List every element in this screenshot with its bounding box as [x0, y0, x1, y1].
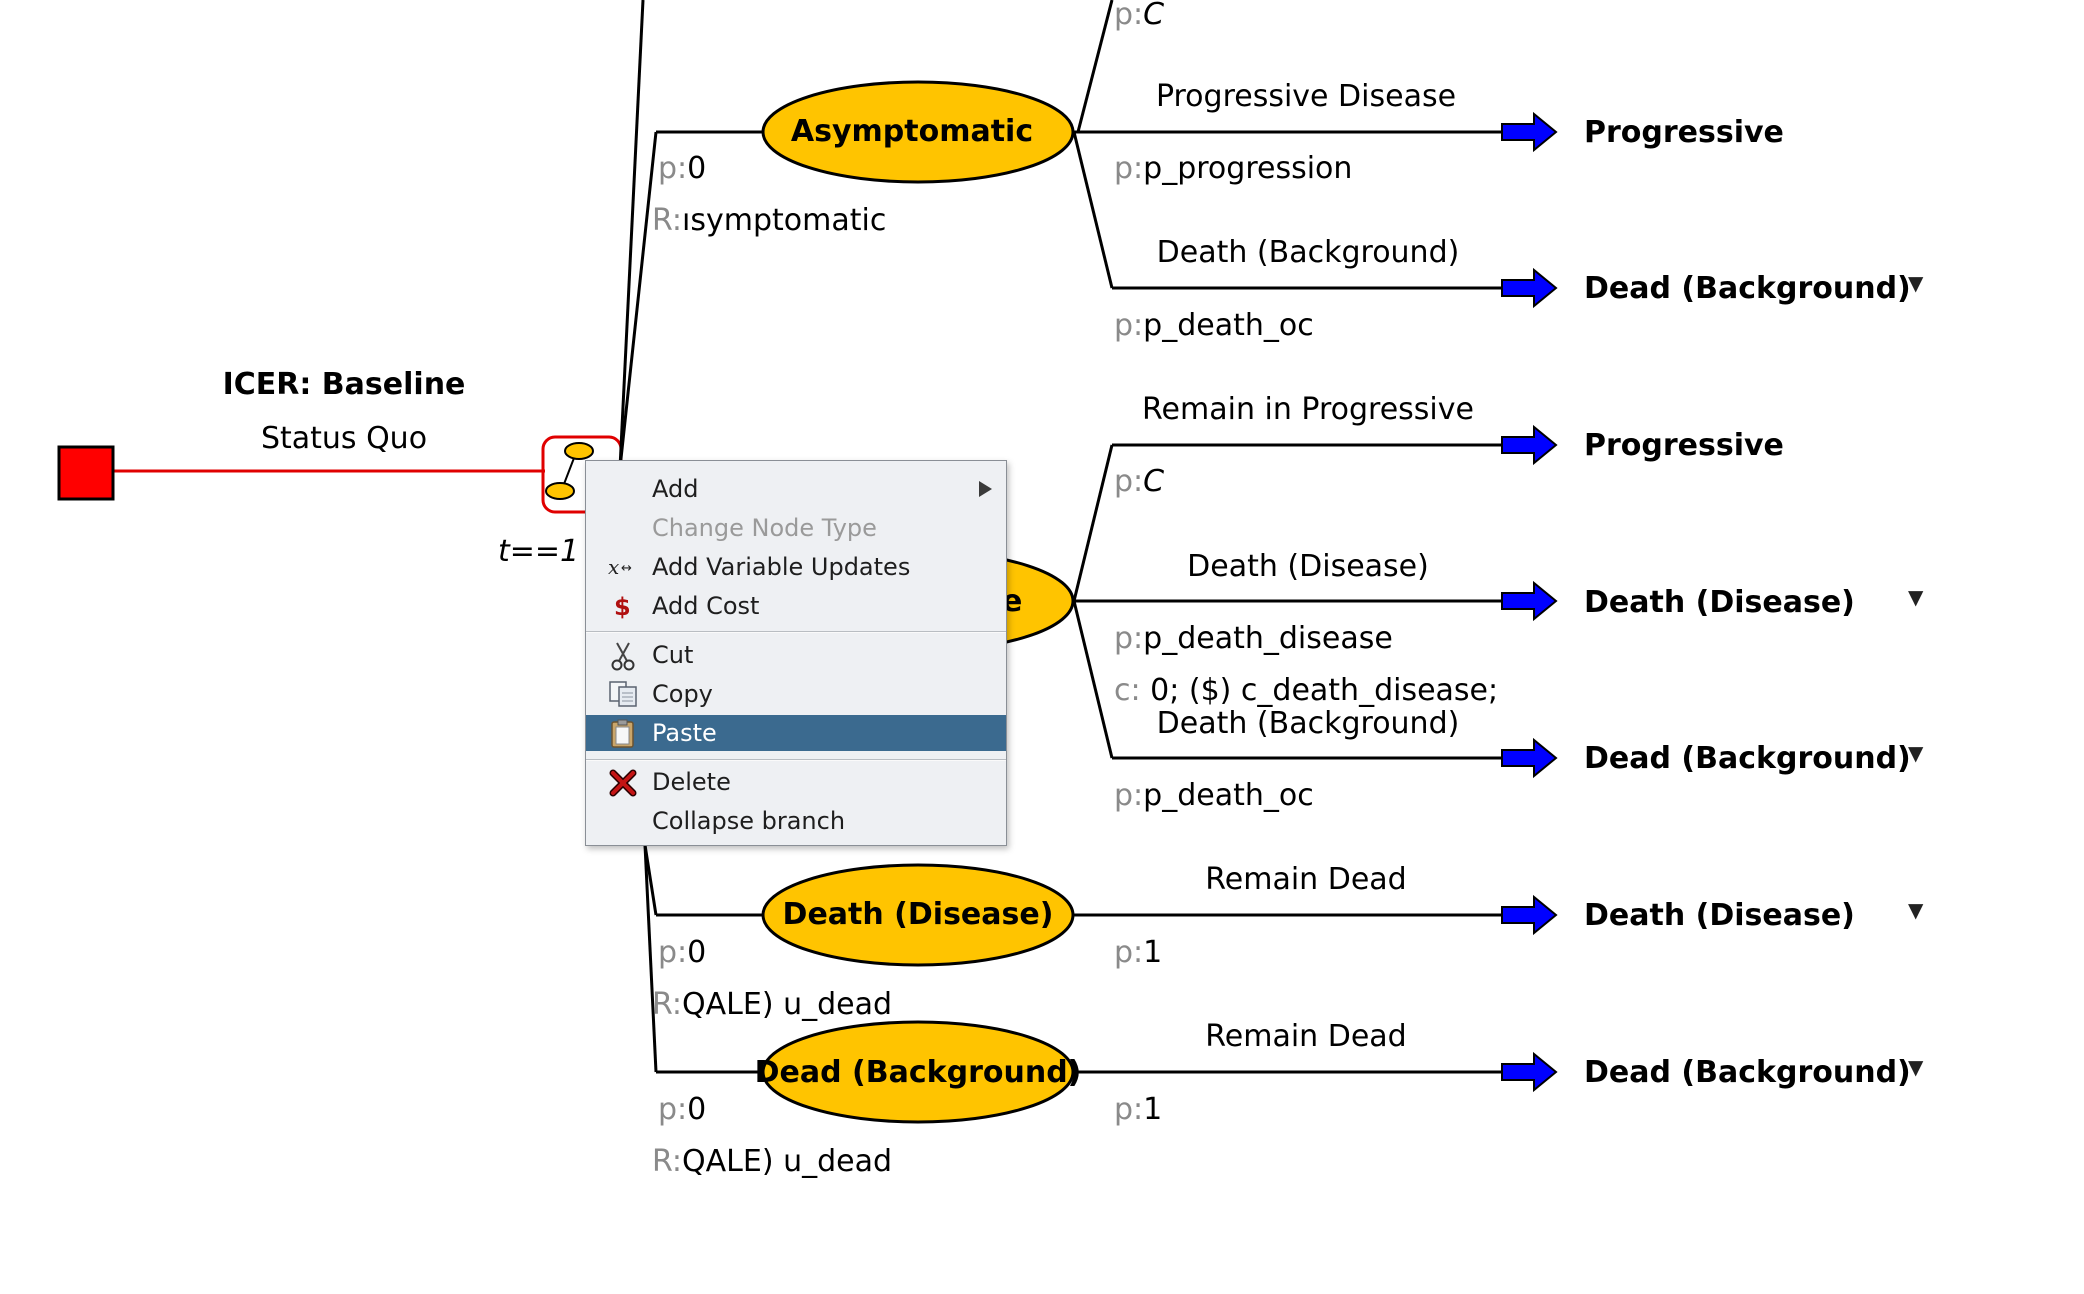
- decision-node[interactable]: [57, 445, 115, 501]
- markov-time-label: t==1: [498, 534, 580, 569]
- root-title: ICER: Baseline: [222, 367, 466, 402]
- terminal-dropdown-icon[interactable]: ▼: [1908, 1057, 1923, 1077]
- asymptomatic-reward: R:ısymptomatic: [652, 203, 887, 238]
- asymptomatic-prob: p:0: [658, 151, 707, 186]
- dead-background-prob: p:0: [658, 1092, 707, 1127]
- transition-name: Death (Background): [1156, 706, 1460, 741]
- transition-prob: p:C: [1114, 464, 1165, 499]
- scissors-icon: [608, 641, 638, 671]
- terminal-arrow-icon: [1501, 111, 1558, 1093]
- markov-node-icon-top: [564, 442, 594, 460]
- markov-node-icon-bottom: [545, 482, 575, 500]
- state-name-dead-background: Dead (Background): [754, 1055, 1082, 1090]
- transition-name: Death (Disease): [1187, 549, 1429, 584]
- dollar-icon: $: [608, 592, 638, 621]
- terminal-label: Death (Disease): [1584, 585, 1855, 620]
- menu-item-add-cost[interactable]: $ Add Cost: [586, 588, 1006, 624]
- menu-item-cut[interactable]: Cut: [586, 637, 1006, 673]
- terminal-label: Progressive: [1584, 115, 1784, 150]
- death-disease-reward: R:QALE) u_dead: [652, 987, 893, 1022]
- menu-item-collapse-branch[interactable]: Collapse branch: [586, 803, 1006, 839]
- terminal-dropdown-icon[interactable]: ▼: [1908, 900, 1923, 920]
- terminal-dropdown-icon[interactable]: ▼: [1908, 273, 1923, 293]
- context-menu: Add Change Node Type x ↔ Add Variable Upd…: [585, 460, 1007, 846]
- terminal-label: Dead (Background): [1584, 1055, 1911, 1090]
- transition-prob: p:1: [1114, 935, 1163, 970]
- trunk-line: [618, 0, 645, 469]
- menu-separator: [586, 631, 1006, 633]
- terminal-label: Dead (Background): [1584, 271, 1911, 306]
- clipboard-icon: [608, 719, 638, 748]
- red-x-icon: [608, 768, 638, 797]
- transition-name: Remain Dead: [1205, 862, 1407, 897]
- svg-text:↔: ↔: [621, 561, 632, 576]
- transition-name: Remain in Progressive: [1142, 392, 1474, 427]
- menu-item-add-variable-updates[interactable]: x ↔ Add Variable Updates: [586, 549, 1006, 585]
- variable-update-icon: x ↔: [608, 553, 638, 581]
- menu-item-change-node-type[interactable]: Change Node Type: [586, 510, 1006, 546]
- top-prob: p:C: [1114, 0, 1165, 32]
- menu-separator: [586, 759, 1006, 761]
- transition-name: Progressive Disease: [1155, 79, 1457, 114]
- transition-prob: p:p_death_oc: [1114, 308, 1314, 343]
- terminal-label: Dead (Background): [1584, 741, 1911, 776]
- transition-name: Death (Background): [1156, 235, 1460, 270]
- submenu-arrow-icon: [979, 481, 992, 497]
- dead-background-reward: R:QALE) u_dead: [652, 1144, 893, 1179]
- copy-icon: [608, 680, 638, 708]
- tree-canvas: [57, 0, 1558, 1124]
- transition-prob: p:p_progression: [1114, 151, 1353, 186]
- state-name-death-disease: Death (Disease): [782, 897, 1054, 932]
- transition-prob: p:1: [1114, 1092, 1163, 1127]
- transition-name: Remain Dead: [1205, 1019, 1407, 1054]
- menu-item-add[interactable]: Add: [586, 471, 1006, 507]
- root-subtitle: Status Quo: [260, 421, 428, 456]
- transition-prob: p:p_death_oc: [1114, 778, 1314, 813]
- transition-prob: p:p_death_disease: [1114, 621, 1393, 656]
- terminal-dropdown-icon[interactable]: ▼: [1908, 587, 1923, 607]
- svg-text:$: $: [614, 593, 631, 620]
- state-name-asymptomatic: Asymptomatic: [790, 114, 1034, 149]
- menu-item-delete[interactable]: Delete: [586, 764, 1006, 800]
- menu-item-paste[interactable]: Paste: [586, 715, 1006, 751]
- transition-cost: c: 0; ($) c_death_disease;: [1114, 673, 1499, 708]
- death-disease-prob: p:0: [658, 935, 707, 970]
- svg-text:x: x: [608, 555, 619, 579]
- terminal-label: Progressive: [1584, 428, 1784, 463]
- terminal-label: Death (Disease): [1584, 898, 1855, 933]
- terminal-dropdown-icon[interactable]: ▼: [1908, 743, 1923, 763]
- menu-item-copy[interactable]: Copy: [586, 676, 1006, 712]
